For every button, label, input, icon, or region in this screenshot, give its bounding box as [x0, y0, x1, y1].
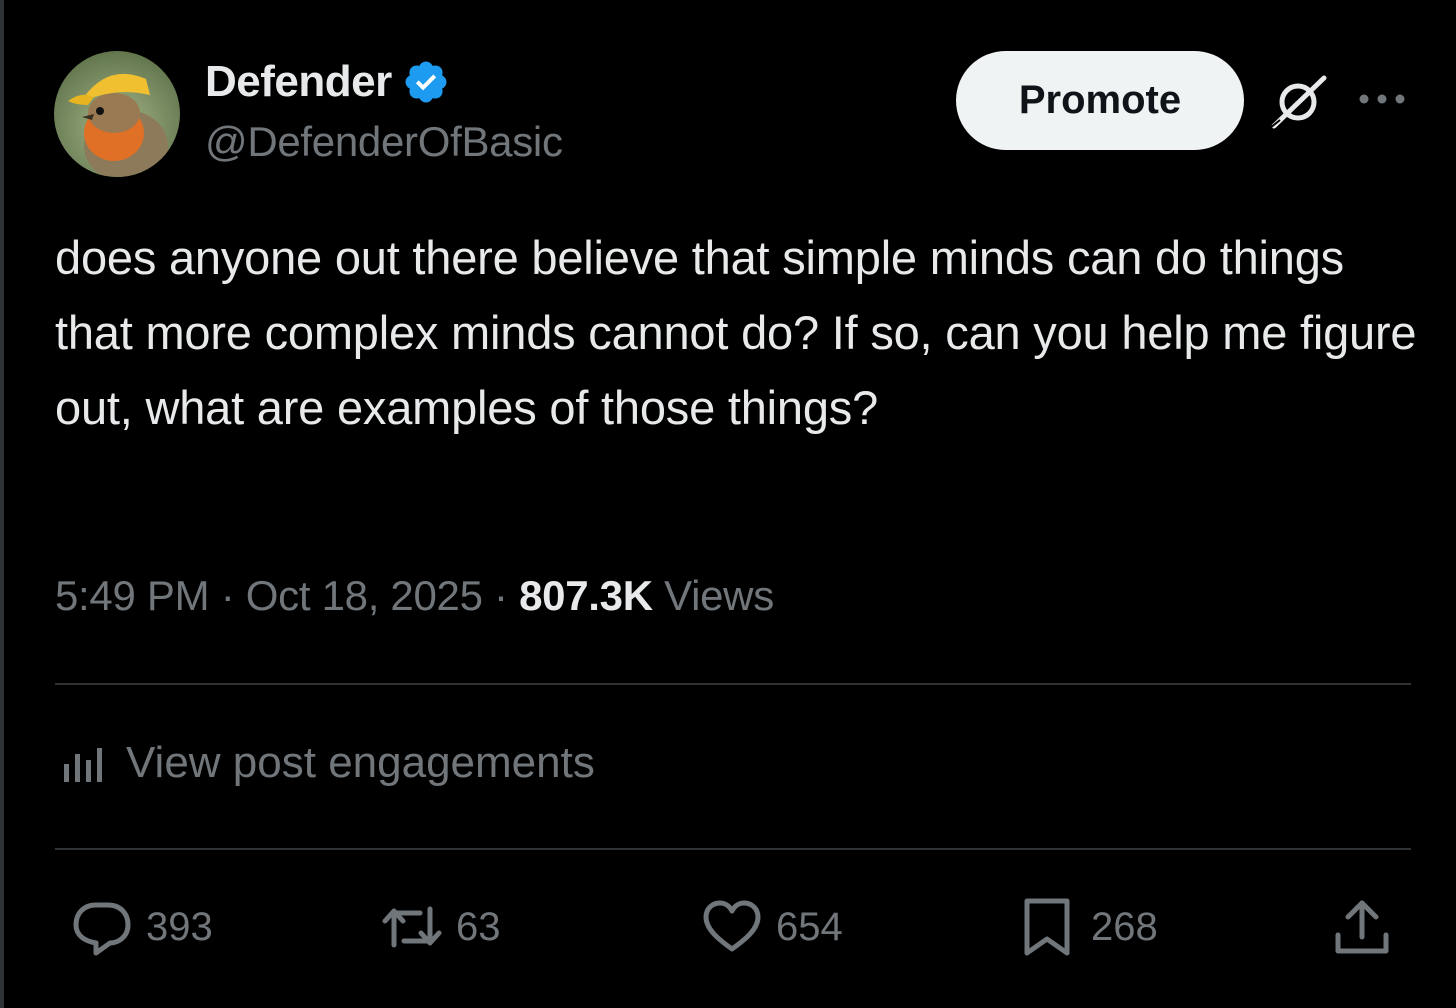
reply-count: 393	[146, 904, 213, 949]
promote-button[interactable]: Promote	[956, 51, 1244, 150]
share-icon	[1335, 900, 1389, 954]
display-name[interactable]: Defender	[205, 57, 392, 107]
divider	[55, 848, 1411, 850]
grok-icon[interactable]	[1266, 70, 1330, 134]
tweet-text: does anyone out there believe that simpl…	[55, 231, 1417, 434]
tweet-meta: 5:49 PM · Oct 18, 2025 · 807.3K Views	[55, 572, 774, 620]
window-edge	[0, 0, 4, 1008]
author-block: Defender @DefenderOfBasic	[205, 56, 563, 166]
verified-badge-icon	[405, 61, 447, 103]
meta-separator: ·	[220, 572, 235, 619]
bookmark-count: 268	[1091, 904, 1158, 949]
reply-button[interactable]: 393	[70, 895, 213, 959]
bookmark-icon	[1024, 898, 1070, 956]
heart-icon	[703, 900, 761, 952]
repost-count: 63	[456, 904, 501, 949]
bookmark-button[interactable]: 268	[1015, 895, 1158, 959]
meta-separator: ·	[494, 572, 508, 619]
more-icon[interactable]	[1356, 84, 1408, 114]
like-button[interactable]: 654	[700, 895, 843, 959]
engagements-label: View post engagements	[126, 738, 595, 787]
reply-icon	[73, 902, 131, 956]
divider	[55, 683, 1411, 685]
share-button[interactable]	[1330, 895, 1394, 959]
repost-icon	[382, 906, 442, 948]
views-label: Views	[664, 572, 774, 619]
display-name-row: Defender	[205, 56, 563, 108]
tweet-date[interactable]: Oct 18, 2025	[246, 572, 483, 619]
repost-button[interactable]: 63	[380, 895, 501, 959]
avatar[interactable]	[54, 51, 180, 177]
views-count: 807.3K	[519, 572, 653, 619]
tweet-time[interactable]: 5:49 PM	[55, 572, 210, 619]
author-handle[interactable]: @DefenderOfBasic	[205, 118, 563, 166]
view-engagements-link[interactable]: View post engagements	[60, 738, 595, 788]
analytics-icon	[64, 748, 102, 782]
like-count: 654	[776, 904, 843, 949]
